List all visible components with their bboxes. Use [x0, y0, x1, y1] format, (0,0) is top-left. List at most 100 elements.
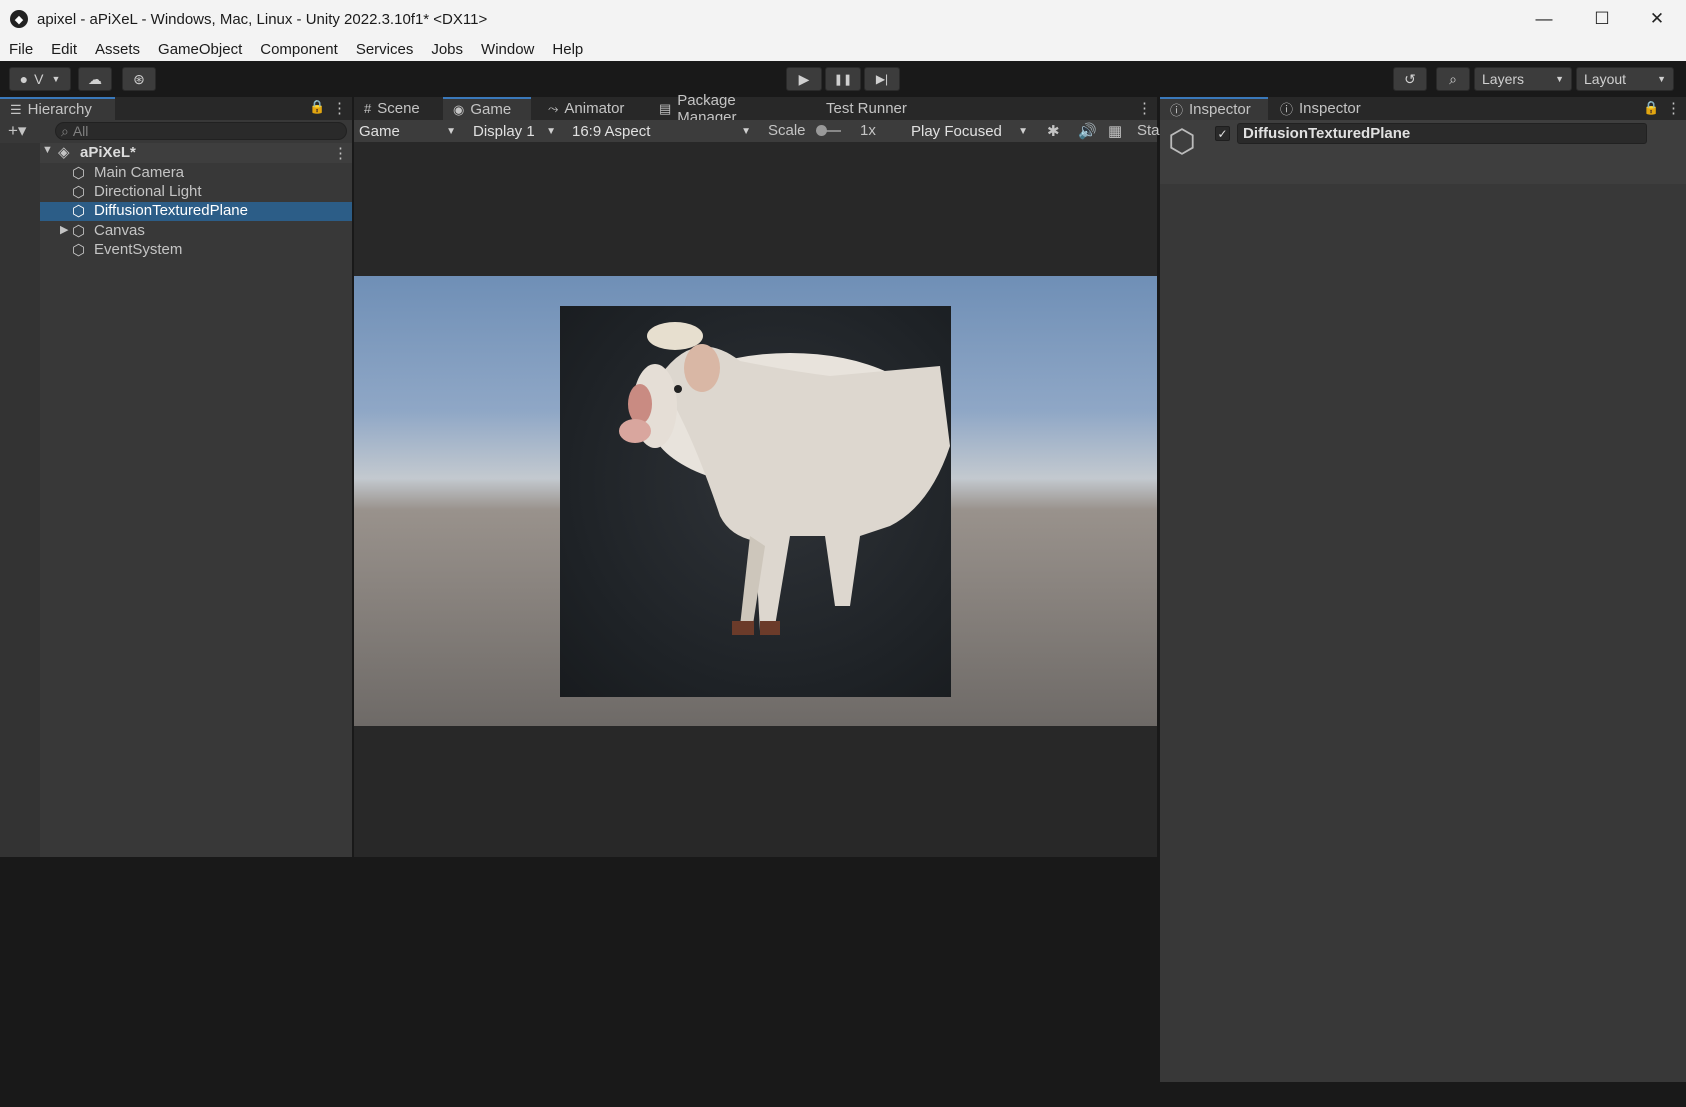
game-view-toolbar: Game ▼ Display 1 ▼ 16:9 Aspect ▼ Scale 1x P… [354, 120, 1160, 142]
gameobject-icon: ⬡ [72, 203, 86, 220]
tab-label: Scene [377, 100, 420, 117]
menu-assets[interactable]: Assets [86, 41, 149, 58]
lock-icon[interactable]: 🔒 [309, 99, 325, 115]
tab-game[interactable]: ◉ Game [443, 97, 531, 120]
layers-label: Layers [1482, 71, 1525, 87]
scale-slider-handle[interactable] [816, 125, 827, 136]
expand-arrow-icon[interactable]: ▶ [60, 223, 68, 236]
item-label: EventSystem [94, 241, 183, 258]
history-icon: ↺ [1404, 70, 1416, 87]
inspector-panel: ⓘ Inspector ⓘ Inspector 🔒 ⋮ ⬡ ✓ DiffusionT… [1160, 97, 1686, 1082]
tab-package-manager[interactable]: ▤ Package Manager [649, 92, 809, 126]
tab-test-runner[interactable]: Test Runner [816, 97, 936, 120]
play-button[interactable]: ▶ [786, 67, 822, 91]
aspect-dropdown[interactable]: 16:9 Aspect ▼ [567, 121, 757, 141]
gamepad-icon: ◉ [453, 101, 465, 117]
hierarchy-item-directional-light[interactable]: ⬡ Directional Light [0, 183, 352, 202]
account-label: V [34, 71, 44, 87]
undo-history-button[interactable]: ↺ [1393, 67, 1427, 91]
scene-row[interactable]: ▼ ◈ aPiXeL* ⋮ [0, 143, 352, 163]
dropdown-value: Display 1 [473, 122, 535, 140]
item-label: DiffusionTexturedPlane [94, 202, 248, 219]
gameobject-icon: ⬡ [72, 184, 86, 201]
menu-window[interactable]: Window [472, 41, 543, 58]
animator-icon: ⤳ [548, 100, 559, 116]
info-icon: ⓘ [1280, 102, 1294, 117]
tab-scene[interactable]: # Scene [354, 97, 442, 120]
search-button[interactable]: ⌕ [1436, 67, 1470, 91]
dropdown-value: Game [359, 122, 400, 140]
scene-name: aPiXeL* [80, 144, 136, 161]
display-dropdown[interactable]: Display 1 ▼ [468, 121, 562, 141]
window-title: apixel - aPiXeL - Windows, Mac, Linux - … [37, 10, 488, 28]
scale-label: Scale [768, 122, 806, 139]
cow-image [619, 322, 950, 635]
lock-icon[interactable]: 🔒 [1643, 100, 1659, 116]
step-button[interactable]: ▶| [864, 67, 900, 91]
gizmos-grid-icon[interactable]: ▦ [1108, 122, 1122, 140]
menu-services[interactable]: Services [347, 41, 423, 58]
game-render-view[interactable] [354, 276, 1157, 726]
menu-jobs[interactable]: Jobs [422, 41, 472, 58]
tab-label: Game [470, 101, 512, 118]
tab-hierarchy-label: Hierarchy [27, 101, 92, 118]
more-menu-icon[interactable]: ⋮ [332, 99, 347, 117]
minimize-button[interactable]: — [1515, 0, 1573, 38]
account-button[interactable]: ● V ▼ [9, 67, 71, 91]
scene-menu-icon[interactable]: ⋮ [333, 144, 348, 162]
add-icon[interactable]: +▾ [8, 121, 26, 141]
audio-icon[interactable]: 🔊 [1078, 122, 1097, 140]
collab-button[interactable]: ⊛ [122, 67, 156, 91]
menu-help[interactable]: Help [543, 41, 592, 58]
search-icon: ⌕ [61, 122, 69, 139]
search-icon: ⌕ [1449, 70, 1457, 87]
tab-label: Animator [564, 100, 625, 117]
dropdown-value: 16:9 Aspect [572, 122, 651, 140]
menu-file[interactable]: File [0, 41, 42, 58]
layers-dropdown[interactable]: Layers ▼ [1474, 67, 1572, 91]
hierarchy-item-eventsystem[interactable]: ⬡ EventSystem [0, 241, 352, 260]
tab-inspector-1[interactable]: ⓘ Inspector [1160, 97, 1268, 120]
hierarchy-item-diffusion-textured-plane[interactable]: 👁 ⬡ DiffusionTexturedPlane [0, 202, 352, 221]
tab-animator[interactable]: ⤳ Animator [538, 97, 648, 120]
menu-edit[interactable]: Edit [42, 41, 86, 58]
cloud-button[interactable]: ☁ [78, 67, 112, 91]
hierarchy-gutter [0, 143, 40, 857]
tab-inspector-2[interactable]: ⓘ Inspector [1270, 97, 1378, 120]
unity-scene-icon: ◈ [58, 144, 70, 161]
expand-arrow-icon[interactable]: ▼ [42, 144, 53, 156]
package-icon: ▤ [659, 100, 672, 116]
object-name-field[interactable]: DiffusionTexturedPlane [1237, 123, 1647, 144]
menu-component[interactable]: Component [251, 41, 347, 58]
tab-label: Test Runner [826, 100, 907, 117]
hierarchy-search-input[interactable]: ⌕ All [55, 122, 347, 140]
gameobject-icon: ⬡ [72, 165, 86, 182]
hierarchy-search-bar: +▾ ⌕ All [0, 120, 352, 142]
maximize-button[interactable]: ☐ [1573, 0, 1631, 38]
layout-dropdown[interactable]: Layout ▼ [1576, 67, 1674, 91]
hierarchy-item-main-camera[interactable]: ⬡ Main Camera [0, 164, 352, 183]
item-label: Main Camera [94, 164, 185, 181]
tab-hierarchy[interactable]: ☰ Hierarchy [0, 97, 115, 120]
account-icon: ● [19, 71, 29, 87]
item-label: Directional Light [94, 183, 202, 200]
menu-gameobject[interactable]: GameObject [149, 41, 251, 58]
game-mode-dropdown[interactable]: Game ▼ [354, 121, 462, 141]
more-menu-icon[interactable]: ⋮ [1666, 99, 1681, 117]
pause-button[interactable]: ❚❚ [825, 67, 861, 91]
tab-label: Inspector [1189, 101, 1251, 118]
play-focused-dropdown[interactable]: Play Focused ▼ [906, 121, 1034, 141]
object-active-checkbox[interactable]: ✓ [1215, 126, 1230, 141]
close-button[interactable]: ✕ [1628, 0, 1686, 38]
collab-icon: ⊛ [133, 70, 145, 87]
object-header: ⬡ ✓ DiffusionTexturedPlane [1160, 120, 1686, 184]
scale-value: 1x [860, 122, 876, 139]
gameobject-icon: ⬡ [72, 223, 86, 240]
center-tabbar: # Scene ◉ Game ⤳ Animator ▤ Package Manager … [354, 92, 1157, 126]
hierarchy-item-canvas[interactable]: ▶ ⬡ Canvas [0, 222, 352, 241]
bug-icon[interactable]: ✱ [1047, 122, 1060, 140]
game-view-panel: # Scene ◉ Game ⤳ Animator ▤ Package Manager … [354, 92, 1160, 857]
dropdown-value: Play Focused [911, 122, 1002, 140]
stats-button[interactable]: Sta [1137, 122, 1160, 139]
more-menu-icon[interactable]: ⋮ [1137, 99, 1152, 117]
